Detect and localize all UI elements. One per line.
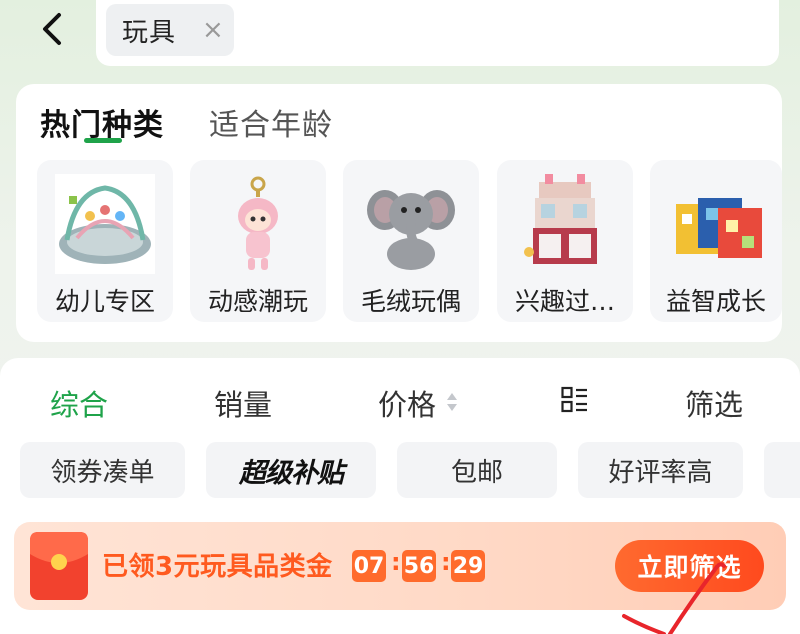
sort-price[interactable]: 价格: [378, 382, 436, 424]
search-tag-label: 玩具: [122, 17, 177, 48]
chip-coupon-order[interactable]: 领券凑单: [20, 442, 185, 498]
elephant-plush-icon: [367, 190, 455, 270]
timer-separator: :: [441, 548, 451, 576]
category-item-plush[interactable]: 毛绒玩偶: [343, 160, 479, 322]
sort-filter[interactable]: 筛选: [685, 382, 743, 424]
category-item-label: 幼儿专区: [54, 287, 155, 316]
category-item-educational[interactable]: 益智成长: [650, 160, 782, 322]
category-item-label: 动感潮玩: [207, 287, 308, 316]
category-item-interest[interactable]: 兴趣过…: [497, 160, 633, 322]
sort-comprehensive[interactable]: 综合: [50, 382, 108, 424]
chip-free-shipping[interactable]: 包邮: [397, 442, 557, 498]
timer-seconds: 29: [451, 550, 485, 582]
coupon-text: 已领3元玩具品类金: [102, 552, 333, 582]
timer-hours: 07: [352, 550, 386, 582]
play-kitchen-icon: [524, 174, 597, 264]
search-tag[interactable]: 玩具 ×: [106, 4, 234, 56]
filter-now-label: 立即筛选: [637, 553, 742, 582]
back-button[interactable]: [28, 6, 76, 52]
tab-age[interactable]: 适合年龄: [209, 100, 333, 144]
filter-now-button[interactable]: 立即筛选: [615, 540, 764, 592]
chip-high-rating[interactable]: 好评率高: [578, 442, 743, 498]
close-icon[interactable]: ×: [202, 17, 224, 43]
category-item-label: 益智成长: [665, 287, 766, 316]
timer-separator: :: [391, 548, 401, 576]
chip-label: 包邮: [450, 457, 503, 488]
category-item-baby[interactable]: 幼儿专区: [37, 160, 173, 322]
chevron-left-icon: [43, 13, 61, 45]
doll-keychain-icon: [238, 176, 278, 270]
timer-minutes: 56: [402, 550, 436, 582]
red-envelope-icon: [30, 532, 88, 600]
category-item-label: 兴趣过…: [514, 287, 615, 316]
puzzle-blocks-icon: [676, 198, 762, 258]
chip-label: 超级补贴: [239, 457, 344, 489]
layout-toggle-icon[interactable]: [561, 386, 589, 414]
chip-super-subsidy[interactable]: 超级补贴: [206, 442, 376, 498]
baby-play-mat-icon: [55, 174, 155, 274]
category-item-label: 毛绒玩偶: [360, 287, 461, 316]
chip-label: 领券凑单: [50, 457, 155, 488]
category-item-trendy[interactable]: 动感潮玩: [190, 160, 326, 322]
tab-underline: [84, 138, 122, 143]
sort-arrows-icon: [447, 393, 457, 411]
sort-sales[interactable]: 销量: [214, 382, 272, 424]
chip-label: 好评率高: [608, 457, 713, 488]
chip-more[interactable]: [764, 442, 800, 498]
